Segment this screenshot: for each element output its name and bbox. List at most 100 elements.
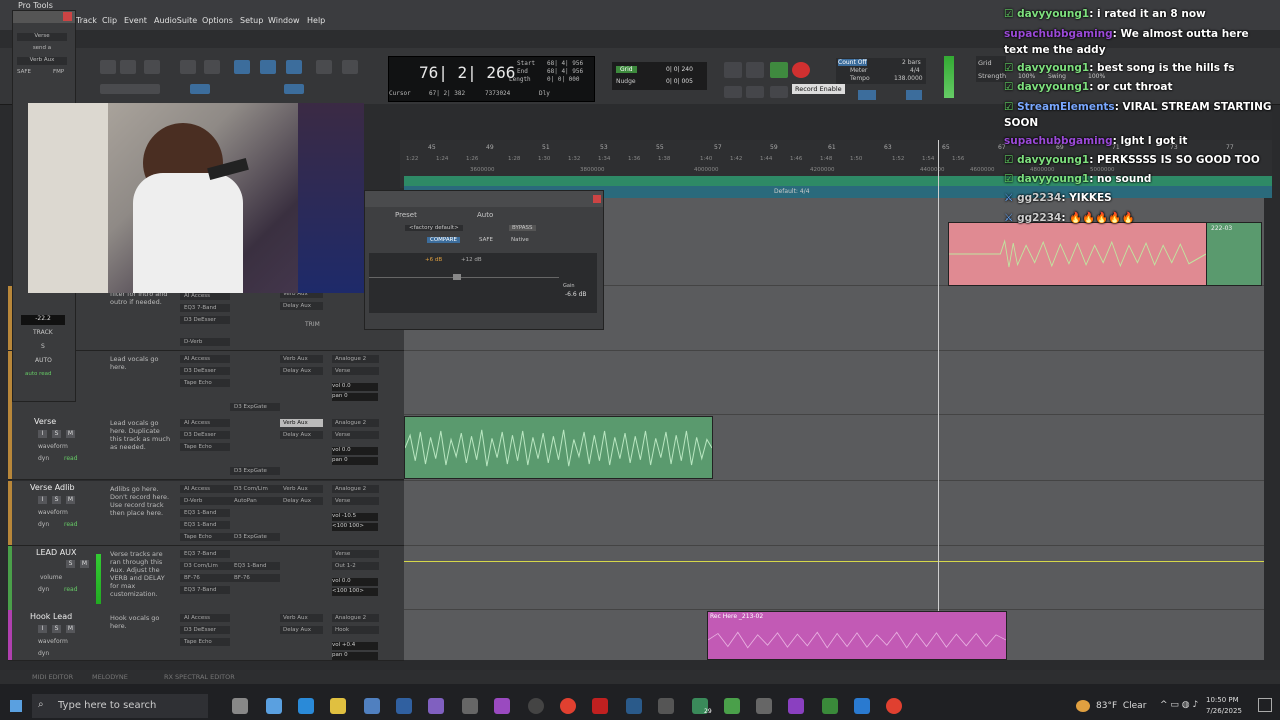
track-header-hook-lead[interactable]: Hook Lead I S M waveform dyn Hook vocals… [8,610,404,661]
track-header-lead-aux[interactable]: LEAD AUX S M volume dyn read Verse track… [8,546,404,611]
output-selector[interactable]: Verse [332,431,379,439]
send-slot[interactable]: Delay Aux [280,302,323,310]
insert-slot[interactable]: AutoPan [230,497,280,505]
automation-mode[interactable]: auto read [25,371,52,377]
volume-field[interactable]: vol 0.0 [332,383,378,391]
dyn-button[interactable]: dyn [38,586,49,593]
app-icon[interactable] [788,698,804,714]
rewind-button[interactable] [724,86,742,98]
volume-field[interactable]: vol +0.4 [332,642,378,650]
outlook-icon[interactable] [396,698,412,714]
track-view-selector[interactable]: waveform [38,509,68,516]
dyn-button[interactable]: dyn [38,521,49,528]
track-header-verse[interactable]: Verse I S M waveform dyn read Lead vocal… [8,415,404,480]
gain-value[interactable]: -6.6 dB [565,291,587,298]
tab-melodyne[interactable]: MELODYNE [92,673,128,681]
insert-slot[interactable]: EQ3 1-Band [180,509,230,517]
tab-midi-editor[interactable]: MIDI EDITOR [32,673,73,681]
chrome-icon[interactable] [886,698,902,714]
close-icon[interactable] [593,195,601,203]
path-selector[interactable]: Verb Aux [17,57,67,65]
pan-field[interactable]: pan 0 [332,652,378,660]
track-view-selector[interactable]: waveform [38,638,68,645]
native-button[interactable]: Native [511,237,529,243]
link-icon[interactable] [190,84,210,94]
store-icon[interactable] [364,698,380,714]
steam-icon[interactable] [626,698,642,714]
input-selector[interactable]: Analogue 2 [332,355,379,363]
insert-slot[interactable]: AI Access [180,355,230,363]
menu-options[interactable]: Options [202,16,233,25]
media-player-icon[interactable] [528,698,544,714]
track-header-verse-adlib[interactable]: Verse Adlib I S M waveform dyn read Adli… [8,481,404,546]
insert-slot[interactable]: D3 DeEsser [180,367,230,375]
insert-slot[interactable]: D3 DeEsser [180,316,230,324]
smart-tool-icon[interactable] [234,60,250,74]
app-icon[interactable] [462,698,478,714]
insert-slot[interactable]: AI Access [180,292,230,300]
tempo-value[interactable]: 138.0000 [894,75,923,82]
volume-field[interactable]: vol -10.5 [332,513,378,521]
send-slot[interactable]: Delay Aux [280,497,323,505]
track-numbers[interactable] [100,84,160,94]
record-enable-button[interactable] [792,62,810,78]
zoom-in-icon[interactable] [100,60,116,74]
insert-slot[interactable]: D3 DeEsser [180,431,230,439]
app-icon[interactable] [592,698,608,714]
solo-button[interactable]: S [52,430,61,438]
copilot-icon[interactable] [266,698,282,714]
nudge-value[interactable]: 0| 0| 005 [666,78,693,85]
play-button[interactable] [770,62,788,78]
track-selector[interactable]: Verse [17,33,67,41]
menu-clip[interactable]: Clip [102,16,117,25]
insert-slot[interactable]: EQ3 7-Band [180,550,230,558]
mute-button[interactable]: M [66,430,75,438]
insert-slot[interactable]: AI Access [180,485,230,493]
app-icon[interactable] [658,698,674,714]
pan-field[interactable]: <100 100> [332,523,378,531]
close-icon[interactable] [63,12,72,21]
menu-setup[interactable]: Setup [240,16,263,25]
output-selector[interactable]: Verse [332,367,379,375]
solo-button[interactable]: S [52,496,61,504]
count-off-button[interactable]: Count Off [838,59,867,66]
loop-playback-icon[interactable] [724,62,742,78]
send-slot[interactable]: Delay Aux [280,367,323,375]
send-slot[interactable]: Delay Aux [280,431,323,439]
pan-field[interactable]: pan 0 [332,393,378,401]
insert-slot[interactable]: D3 ExpGate [230,467,280,475]
taskbar-search[interactable]: ⌕ Type here to search [32,694,208,718]
output-selector[interactable]: Verse [332,497,379,505]
back-button[interactable] [746,86,764,98]
plugin-gui[interactable]: +6 dB +12 dB Gain -6.6 dB [369,253,597,313]
notification-icon[interactable] [1258,698,1272,712]
pan-field[interactable]: <100 100> [332,588,378,596]
send-selector[interactable]: send a [17,45,67,53]
zoomer-icon[interactable] [204,60,220,74]
track-comment[interactable]: Lead vocals go here. Duplicate this trac… [110,419,172,451]
safe-button[interactable]: SAFE [17,69,31,75]
grid-mode-icon[interactable] [284,84,304,94]
volume-field[interactable]: vol 0.0 [332,578,378,586]
trim-tool-icon[interactable] [180,60,196,74]
insert-slot[interactable]: EQ3 1-Band [230,562,280,570]
weather-icon[interactable] [1076,700,1090,712]
audio-clip-verse[interactable] [404,416,713,479]
clock-date[interactable]: 7/26/2025 [1206,707,1242,715]
menu-window[interactable]: Window [268,16,300,25]
task-view-icon[interactable] [232,698,248,714]
insert-slot[interactable]: EQ3 1-Band [180,521,230,529]
mute-button[interactable]: M [66,625,75,633]
insert-slot[interactable]: EQ3 7-Band [180,586,230,594]
main-counter[interactable]: 76| 2| 266 Start 68| 4| 956 End 68| 4| 9… [388,56,595,102]
mute-button[interactable]: M [66,496,75,504]
track-name[interactable]: Verse [34,417,56,426]
solo-button[interactable]: S [66,560,75,568]
track-name[interactable]: Hook Lead [30,612,72,621]
track-name[interactable]: LEAD AUX [36,548,77,557]
send-slot[interactable]: Verb Aux [280,614,323,622]
dyn-button[interactable]: dyn [38,650,49,657]
playhead-cursor[interactable] [938,140,939,660]
insert-slot[interactable]: D3 Com/Lim [180,562,230,570]
insert-slot[interactable]: D3 Com/Lim [230,485,280,493]
